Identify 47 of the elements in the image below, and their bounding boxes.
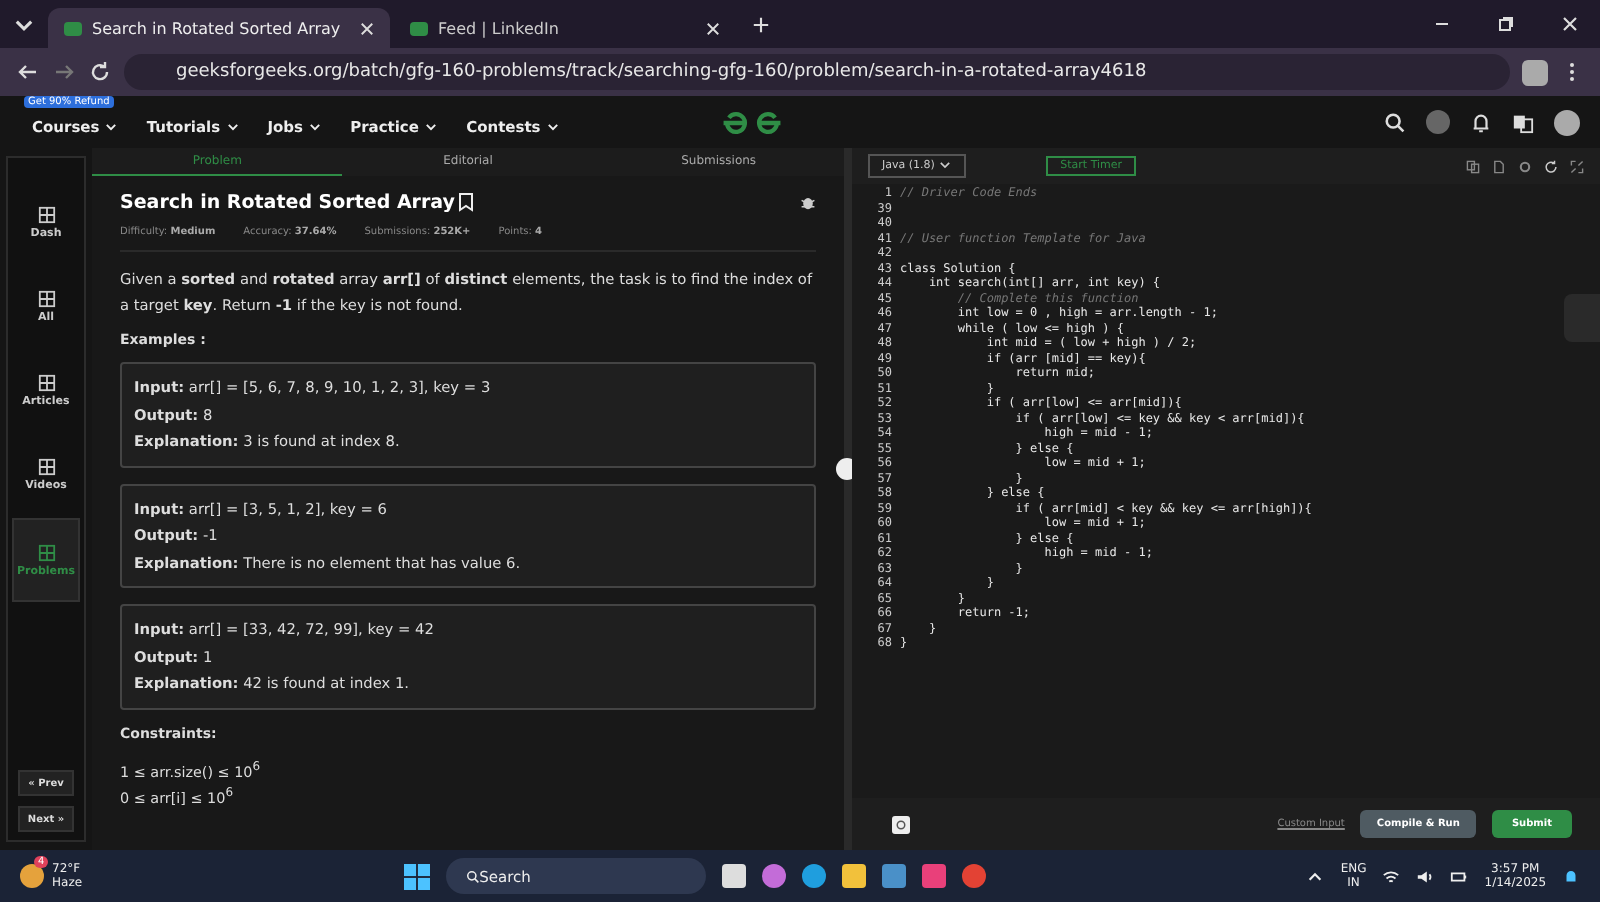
translate-icon[interactable] bbox=[1512, 111, 1534, 133]
browser-tab[interactable]: Feed | LinkedIn bbox=[394, 8, 736, 48]
file-icon[interactable] bbox=[1492, 159, 1506, 173]
site-icon bbox=[410, 21, 428, 35]
reset-icon[interactable] bbox=[1544, 159, 1558, 173]
browser-tab[interactable]: Search in Rotated Sorted Array bbox=[48, 8, 390, 48]
bug-icon[interactable] bbox=[800, 192, 816, 212]
chevron-down-icon[interactable] bbox=[308, 119, 323, 134]
grid-icon[interactable] bbox=[37, 289, 55, 307]
chevron-down-icon[interactable] bbox=[545, 119, 560, 134]
forward-icon[interactable] bbox=[52, 60, 76, 84]
theme-toggle[interactable] bbox=[1426, 110, 1450, 134]
chevron-up-icon[interactable] bbox=[1306, 867, 1325, 885]
close-icon[interactable] bbox=[1560, 14, 1580, 34]
site-icon bbox=[64, 21, 82, 35]
speaker-icon[interactable] bbox=[1416, 867, 1435, 885]
address-bar[interactable]: geeksforgeeks.org/batch/gfg-160-problems/track/searching-gfg-160/problem/search-in-a-rotated-array4618 bbox=[124, 54, 1510, 90]
bookmark-icon[interactable] bbox=[458, 192, 475, 212]
search-icon[interactable] bbox=[465, 869, 480, 883]
chevron-down-icon[interactable] bbox=[424, 119, 439, 134]
grid-icon[interactable] bbox=[37, 457, 55, 475]
fullscreen-icon[interactable] bbox=[1570, 159, 1584, 173]
chevron-down-icon[interactable] bbox=[938, 158, 953, 173]
chevron-down-icon[interactable] bbox=[104, 119, 119, 134]
back-icon[interactable] bbox=[16, 60, 40, 84]
battery-icon[interactable] bbox=[1450, 867, 1469, 885]
new-tab-icon[interactable] bbox=[752, 15, 770, 33]
copy-icon[interactable] bbox=[1466, 159, 1480, 173]
bell-icon[interactable] bbox=[1470, 111, 1492, 133]
bell-icon[interactable] bbox=[1562, 867, 1581, 885]
reload-icon[interactable] bbox=[88, 60, 112, 84]
app-icon[interactable] bbox=[921, 864, 946, 888]
restore-icon[interactable] bbox=[1496, 14, 1516, 34]
close-icon[interactable] bbox=[360, 21, 374, 35]
chevron-down-icon[interactable] bbox=[225, 119, 240, 134]
start-icon[interactable] bbox=[403, 863, 430, 889]
app-icon[interactable] bbox=[881, 864, 906, 888]
logo-icon bbox=[719, 109, 784, 135]
grid-icon[interactable] bbox=[37, 373, 55, 391]
profile-avatar[interactable] bbox=[1522, 59, 1548, 85]
grid-icon[interactable] bbox=[37, 205, 55, 223]
wifi-icon[interactable] bbox=[1382, 867, 1401, 885]
close-icon[interactable] bbox=[706, 21, 720, 35]
search-icon[interactable] bbox=[1384, 111, 1406, 133]
profile-avatar[interactable] bbox=[1554, 109, 1580, 135]
problem-title: Search in Rotated Sorted Array bbox=[120, 191, 455, 213]
weather-icon[interactable] bbox=[20, 864, 44, 888]
